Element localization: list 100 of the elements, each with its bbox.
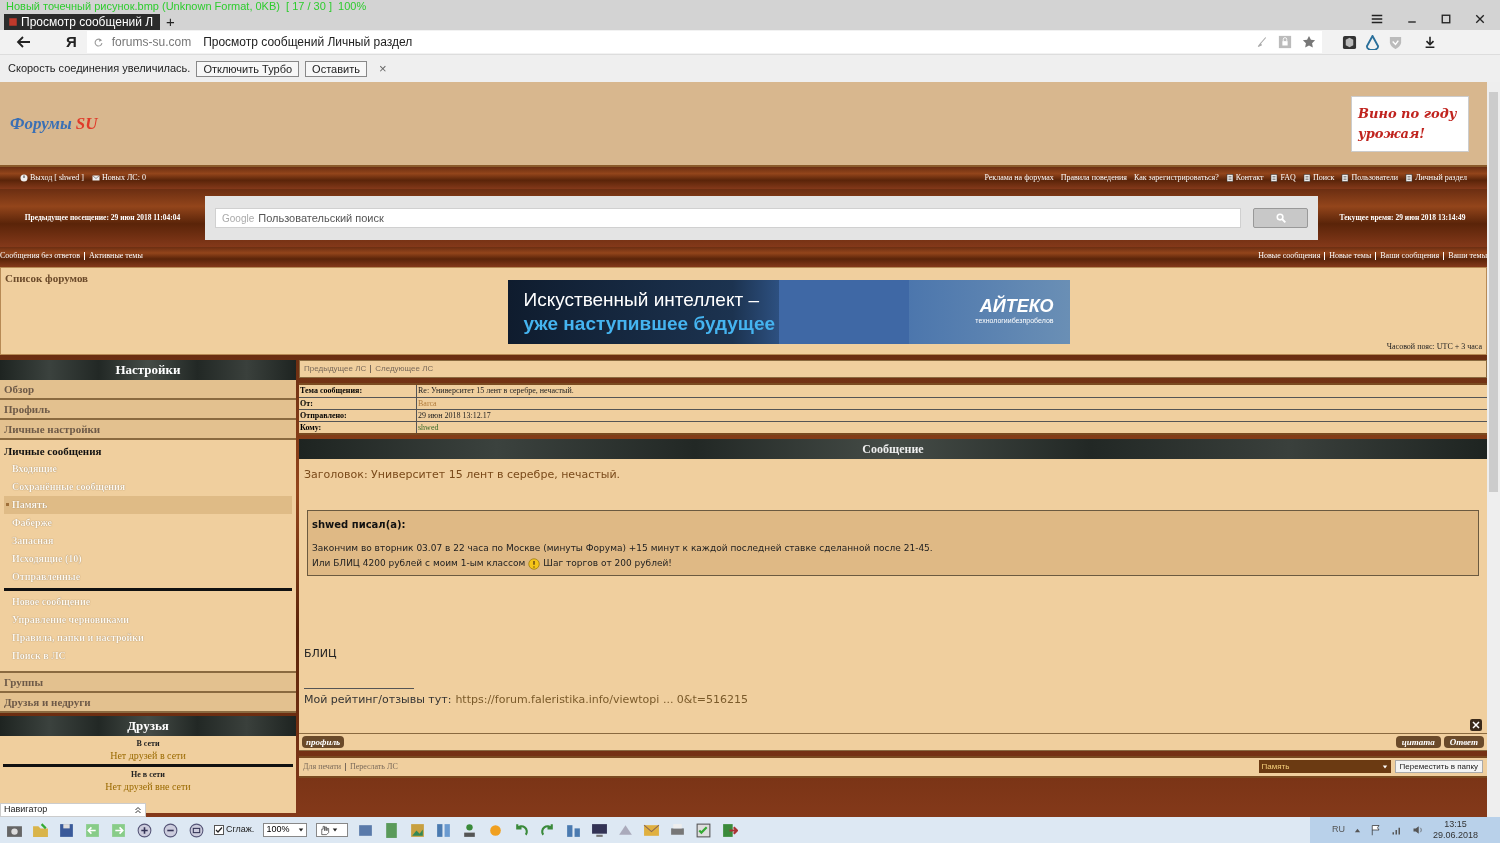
top-link[interactable]: Правила поведения [1060, 172, 1127, 184]
signature-link[interactable]: https://forum.faleristika.info/viewtopi ... 0&t=516215 [455, 692, 748, 709]
friends-heading: В сети [135, 737, 161, 750]
navigator-panel[interactable]: Навигатор [0, 803, 146, 817]
close-icon[interactable] [1470, 718, 1482, 731]
top-link[interactable]: Поиск [1312, 172, 1335, 184]
close-button[interactable]: × [378, 61, 387, 76]
search-icon [1275, 213, 1286, 223]
turbo-button[interactable]: Отключить Турбо [196, 60, 300, 77]
banner-headline: Искуственный интеллект – [523, 287, 760, 312]
hand-tool-select[interactable] [316, 823, 349, 837]
footer-link[interactable]: Для печати [303, 760, 341, 773]
monitor-icon[interactable] [591, 821, 609, 839]
hand-icon [319, 824, 331, 836]
scrollbar[interactable] [1487, 82, 1500, 817]
section-title[interactable]: Личные сообщения [4, 443, 292, 460]
header-label: Тема сообщения: [299, 385, 417, 397]
quick-link[interactable]: Ваши сообщения [1380, 250, 1440, 262]
zoom-in-icon[interactable] [136, 821, 153, 839]
drop-ring-icon[interactable] [1364, 34, 1380, 50]
sidebar-tab[interactable]: Личные настройки [0, 420, 296, 440]
message-subject: Заголовок: Университет 15 лент в серебре, нечастый. [304, 467, 622, 483]
reload-icon [92, 36, 104, 48]
folder-select[interactable]: Память [1258, 760, 1391, 773]
picture-icon[interactable] [409, 821, 427, 839]
turbo-message: Скорость соединения увеличилась. [8, 61, 191, 77]
search-button[interactable] [1253, 208, 1308, 228]
exclamation-smiley-icon [528, 557, 541, 570]
section-header: Сообщение [299, 439, 1487, 459]
banner-subline: уже наступившее будущее [523, 311, 775, 336]
quote-text: Шаг торгов от 200 рублей! [543, 557, 672, 570]
move-button[interactable]: Переместить в папку [1394, 760, 1483, 773]
folder-icon[interactable] [32, 821, 49, 839]
speaker-icon[interactable] [1412, 824, 1424, 836]
header-value[interactable]: shwed [417, 422, 439, 433]
new-tab-button[interactable]: + [160, 14, 181, 30]
reply-button[interactable]: Ответ [1443, 735, 1484, 748]
address-field[interactable]: forums-su.com Просмотр сообщений Личный раздел [86, 31, 1322, 53]
close-icon[interactable] [1474, 13, 1486, 25]
header-label: От: [299, 398, 417, 409]
actual-size-icon[interactable] [188, 821, 205, 839]
caret-up-icon[interactable] [1354, 826, 1361, 834]
signature-label: Мой рейтинг/отзывы тут: [304, 692, 452, 708]
quick-link[interactable]: Новые темы [1329, 250, 1372, 262]
top-link[interactable]: Реклама на форумах [984, 172, 1054, 184]
user-link[interactable]: Новых ЛС: 0 [102, 172, 146, 184]
friends-empty: Нет друзей в сети [109, 749, 187, 762]
top-link[interactable]: Как зарегистрироваться? [1133, 172, 1219, 184]
quote-button[interactable]: цитата [1395, 735, 1441, 748]
wine-ad[interactable]: Вино по году урожая! [1351, 95, 1469, 152]
back-arrow-icon[interactable] [16, 34, 32, 50]
zoom-out-icon[interactable] [162, 821, 179, 839]
header-label: Отправлено: [299, 410, 417, 421]
viewer-info: Новый точечный рисунок.bmp (Unknown Format, 0KB) [ 17 / 30 ] 100% [6, 0, 367, 12]
language-indicator[interactable]: RU [1332, 823, 1345, 837]
banner-brand: АЙТЕКО [979, 296, 1054, 317]
top-link[interactable]: FAQ [1280, 172, 1296, 184]
message-body: БЛИЦ [304, 645, 338, 662]
menu-icon[interactable] [1370, 12, 1384, 26]
browser-tab[interactable]: Просмотр сообщений Л [4, 14, 160, 30]
zoom-select[interactable]: 100% [263, 823, 308, 837]
checklist-icon[interactable] [695, 821, 713, 839]
star-icon[interactable] [1301, 35, 1316, 49]
top-link[interactable]: Личный раздел [1415, 172, 1467, 184]
maximize-icon[interactable] [1440, 13, 1452, 25]
columns-icon[interactable] [435, 821, 453, 839]
top-link[interactable]: Пользователи [1351, 172, 1399, 184]
quick-link[interactable]: Новые сообщения [1258, 250, 1321, 262]
caret-down-icon [332, 827, 339, 833]
smoothing-checkbox[interactable] [214, 825, 224, 835]
quick-link[interactable]: Ваши темы [1448, 250, 1487, 262]
message-nav-link[interactable]: Предыдущее ЛС [304, 363, 367, 375]
timezone: Часовой пояс: UTC + 3 часа [1386, 340, 1482, 353]
user-link[interactable]: Выход [ shwed ] [30, 172, 84, 184]
sidebar-tab[interactable]: Профиль [0, 400, 296, 420]
sidebar-tab[interactable]: Друзья и недруги [0, 692, 296, 713]
turbo-button[interactable]: Оставить [305, 60, 367, 77]
caret-down-icon [298, 827, 305, 833]
browser-logo[interactable]: Я [66, 30, 77, 54]
sidebar-tab[interactable]: Группы [0, 672, 296, 693]
envelope-icon [92, 174, 100, 182]
top-link[interactable]: Контакт [1235, 172, 1264, 184]
friends-heading: Не в сети [130, 768, 166, 781]
panel-header: Друзья [0, 715, 296, 736]
flag-icon[interactable] [1370, 824, 1382, 836]
sidebar-tab[interactable]: Обзор [0, 380, 296, 400]
quick-link[interactable]: Сообщения без ответов [0, 250, 80, 262]
profile-button[interactable]: профиль [302, 735, 345, 748]
check-icon [215, 826, 223, 834]
quote-text: Или БЛИЦ 4200 рублей с моим 1-ым классом [312, 557, 526, 570]
friends-empty: Нет друзей вне сети [105, 780, 191, 793]
cube-icon[interactable] [1341, 34, 1357, 50]
clock[interactable]: 13:15 29.06.2018 [1433, 819, 1479, 841]
breadcrumb-link[interactable]: Список форумов [5, 270, 89, 287]
exit-icon[interactable] [721, 821, 739, 839]
search-input[interactable]: Пользовательский поиск [258, 209, 1234, 227]
footer-link[interactable]: Переслать ЛС [349, 760, 398, 773]
message-nav-link[interactable]: Следующее ЛС [375, 363, 434, 375]
quote-text: Закончим во вторник 03.07 в 22 часа по Москве (минуты Форума) +15 минут к каждой последней ставке сделанной после 21-45. [312, 541, 933, 555]
quick-link[interactable]: Активные темы [89, 250, 143, 262]
